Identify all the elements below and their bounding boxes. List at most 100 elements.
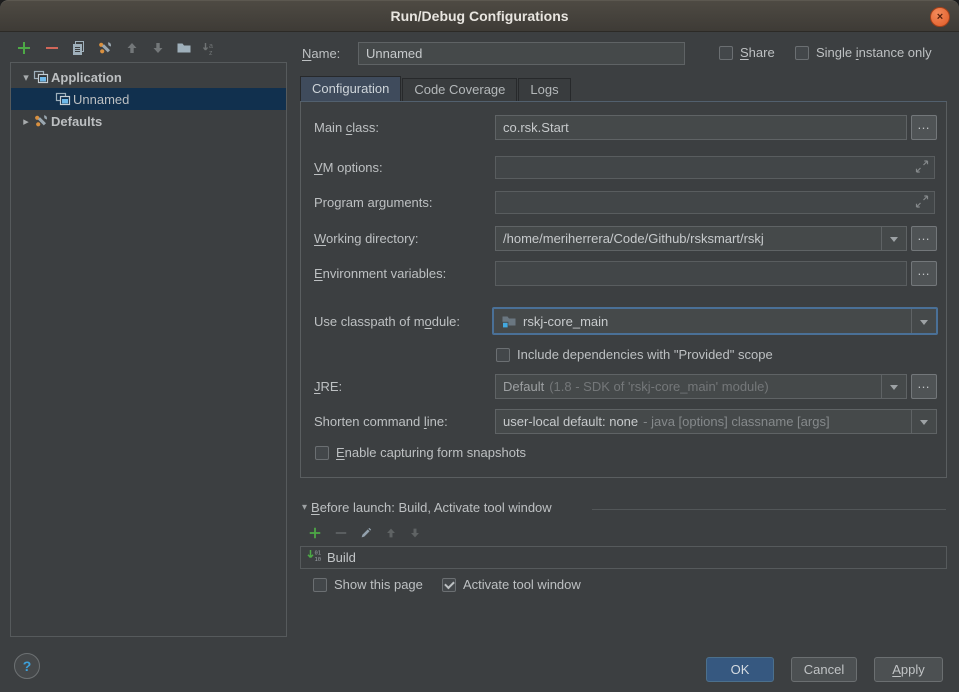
question-mark-icon: ? xyxy=(23,658,32,674)
working-directory-browse-button[interactable]: … xyxy=(911,226,937,251)
before-launch-edit-button[interactable] xyxy=(357,525,375,543)
name-value: Unnamed xyxy=(366,46,422,61)
chevron-right-icon[interactable]: ▸ xyxy=(19,115,33,128)
dropdown-arrow-icon[interactable] xyxy=(911,410,936,433)
cancel-button[interactable]: Cancel xyxy=(791,657,857,682)
svg-text:01: 01 xyxy=(315,551,322,557)
before-launch-task-list: 0110 Build xyxy=(300,546,947,569)
svg-text:z: z xyxy=(209,50,213,56)
use-classpath-label: Use classpath of module: xyxy=(314,314,460,329)
wrench-icon xyxy=(97,40,113,59)
tree-item-unnamed[interactable]: Unnamed xyxy=(11,88,286,110)
arrow-down-icon xyxy=(408,526,422,543)
tree-item-application[interactable]: ▾ Application xyxy=(11,66,286,88)
before-launch-title: Before launch: Build, Activate tool wind… xyxy=(311,500,552,515)
checkbox-box xyxy=(795,46,809,60)
title-bar[interactable]: Run/Debug Configurations × xyxy=(0,0,959,32)
checkbox-box xyxy=(719,46,733,60)
environment-variables-input[interactable] xyxy=(495,261,907,286)
remove-configuration-button[interactable] xyxy=(42,39,62,59)
sort-configurations-button[interactable]: az xyxy=(199,39,219,59)
application-icon xyxy=(33,69,51,85)
expand-field-icon[interactable] xyxy=(914,158,930,177)
environment-variables-browse-button[interactable]: … xyxy=(911,261,937,286)
svg-text:a: a xyxy=(209,43,213,50)
include-provided-scope-checkbox[interactable]: Include dependencies with "Provided" sco… xyxy=(496,347,773,362)
jre-combobox[interactable]: Default (1.8 - SDK of 'rskj-core_main' m… xyxy=(495,374,907,399)
before-launch-remove-button[interactable] xyxy=(332,525,350,543)
shorten-command-line-hint: - java [options] classname [args] xyxy=(643,414,829,429)
application-icon xyxy=(55,91,73,107)
build-icon: 0110 xyxy=(306,548,322,567)
ellipsis-icon: … xyxy=(917,266,931,275)
apply-button[interactable]: Apply xyxy=(874,657,943,682)
program-arguments-label: Program arguments: xyxy=(314,195,433,210)
plus-icon xyxy=(16,40,32,59)
before-launch-add-button[interactable] xyxy=(306,525,324,543)
minus-icon xyxy=(334,526,348,543)
program-arguments-input[interactable] xyxy=(495,191,935,214)
folder-icon xyxy=(176,40,192,59)
ellipsis-icon: … xyxy=(917,120,931,129)
before-launch-move-up-button[interactable] xyxy=(382,525,400,543)
use-classpath-combobox[interactable]: rskj-core_main xyxy=(492,307,938,335)
tree-item-label: Defaults xyxy=(51,114,102,129)
before-launch-move-down-button[interactable] xyxy=(406,525,424,543)
ellipsis-icon: … xyxy=(917,231,931,240)
chevron-down-icon[interactable]: ▾ xyxy=(19,71,33,84)
tab-configuration[interactable]: Configuration xyxy=(300,76,401,101)
environment-variables-label: Environment variables: xyxy=(314,266,446,281)
share-checkbox[interactable]: Share xyxy=(719,45,775,60)
move-up-button[interactable] xyxy=(122,39,142,59)
task-label: Build xyxy=(327,550,356,565)
plus-icon xyxy=(308,526,322,543)
sort-az-icon: az xyxy=(201,40,217,59)
run-debug-configurations-dialog: Run/Debug Configurations × az ▾ Applicat… xyxy=(0,0,959,692)
tree-item-label: Application xyxy=(51,70,122,85)
expand-field-icon[interactable] xyxy=(914,193,930,212)
working-directory-label: Working directory: xyxy=(314,231,419,246)
before-launch-task-build[interactable]: 0110 Build xyxy=(301,547,946,568)
name-input[interactable]: Unnamed xyxy=(358,42,685,65)
help-button[interactable]: ? xyxy=(14,653,40,679)
jre-label: JRE: xyxy=(314,379,342,394)
move-down-button[interactable] xyxy=(148,39,168,59)
show-this-page-label: Show this page xyxy=(334,577,423,592)
vm-options-input[interactable] xyxy=(495,156,935,179)
name-label: Name: xyxy=(302,46,340,61)
dropdown-arrow-icon[interactable] xyxy=(881,227,906,250)
section-collapse-icon[interactable]: ▾ xyxy=(302,502,307,513)
settings-tabs: Configuration Code Coverage Logs xyxy=(300,78,572,101)
shorten-command-line-combobox[interactable]: user-local default: none - java [options… xyxy=(495,409,937,434)
main-class-browse-button[interactable]: … xyxy=(911,115,937,140)
tree-item-label: Unnamed xyxy=(73,92,129,107)
activate-tool-window-label: Activate tool window xyxy=(463,577,581,592)
enable-capturing-label: Enable capturing form snapshots xyxy=(336,445,526,460)
close-icon: × xyxy=(937,12,943,23)
dropdown-arrow-icon[interactable] xyxy=(881,375,906,398)
show-this-page-checkbox[interactable]: Show this page xyxy=(313,577,423,592)
jre-browse-button[interactable]: … xyxy=(911,374,937,399)
arrow-up-icon xyxy=(384,526,398,543)
checkbox-box xyxy=(313,578,327,592)
single-instance-checkbox[interactable]: Single instance only xyxy=(795,45,932,60)
configuration-tab-panel: Main class: co.rsk.Start … VM options: P… xyxy=(300,101,947,478)
tree-item-defaults[interactable]: ▸ Defaults xyxy=(11,110,286,132)
ok-button[interactable]: OK xyxy=(706,657,774,682)
create-folder-button[interactable] xyxy=(174,39,194,59)
edit-defaults-button[interactable] xyxy=(95,39,115,59)
main-class-input[interactable]: co.rsk.Start xyxy=(495,115,907,140)
enable-capturing-checkbox[interactable]: Enable capturing form snapshots xyxy=(315,445,526,460)
close-button[interactable]: × xyxy=(930,7,950,27)
tab-code-coverage[interactable]: Code Coverage xyxy=(402,78,517,101)
activate-tool-window-checkbox[interactable]: Activate tool window xyxy=(442,577,581,592)
shorten-command-line-label: Shorten command line: xyxy=(314,414,448,429)
copy-configuration-button[interactable] xyxy=(69,39,89,59)
add-configuration-button[interactable] xyxy=(14,39,34,59)
before-launch-section-header[interactable]: ▾ Before launch: Build, Activate tool wi… xyxy=(302,500,552,515)
working-directory-input[interactable]: /home/meriherrera/Code/Github/rsksmart/r… xyxy=(495,226,907,251)
include-provided-scope-label: Include dependencies with "Provided" sco… xyxy=(517,347,773,362)
copy-icon xyxy=(71,40,87,59)
tab-logs[interactable]: Logs xyxy=(518,78,570,101)
dropdown-arrow-icon[interactable] xyxy=(911,309,936,333)
